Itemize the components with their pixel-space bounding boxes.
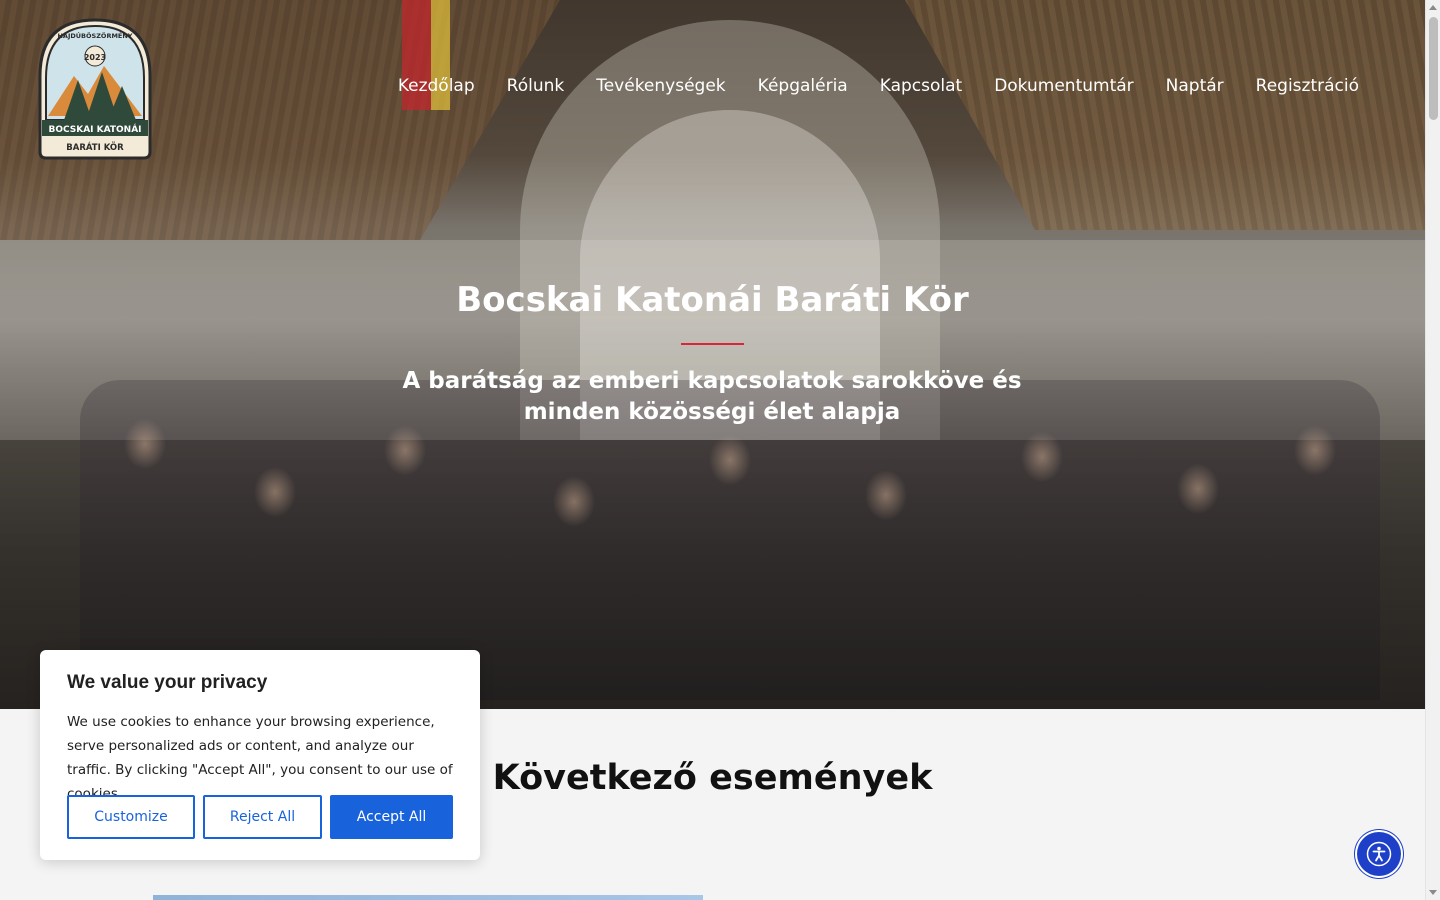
main-navigation: Kezdőlap Rólunk Tevékenységek Képgaléria…	[398, 76, 1359, 96]
logo-bottom-text: BARÁTI KÖR	[66, 141, 124, 153]
nav-item-kapcsolat[interactable]: Kapcsolat	[880, 76, 962, 96]
cookie-buttons: Customize Reject All Accept All	[67, 795, 453, 839]
nav-item-rolunk[interactable]: Rólunk	[507, 76, 565, 96]
scroll-up-arrow-icon[interactable]	[1429, 5, 1437, 10]
site-logo[interactable]: 2023 HAJDÚBÖSZÖRMÉNY BOCSKAI KATONÁI BAR…	[34, 16, 156, 160]
accessibility-icon	[1366, 841, 1392, 867]
cookie-text: We use cookies to enhance your browsing …	[67, 714, 453, 802]
hero-title: Bocskai Katonái Baráti Kör	[456, 280, 969, 320]
nav-item-naptar[interactable]: Naptár	[1166, 76, 1224, 96]
nav-item-regisztracio[interactable]: Regisztráció	[1256, 76, 1359, 96]
hero-banner: 2023 HAJDÚBÖSZÖRMÉNY BOCSKAI KATONÁI BAR…	[0, 0, 1425, 709]
event-image[interactable]	[153, 895, 703, 900]
scroll-down-arrow-icon[interactable]	[1429, 890, 1437, 895]
nav-item-kezdolap[interactable]: Kezdőlap	[398, 76, 475, 96]
accept-all-button[interactable]: Accept All	[330, 795, 453, 839]
cookie-consent-banner: We value your privacy We use cookies to …	[40, 650, 480, 860]
scroll-thumb[interactable]	[1429, 17, 1438, 120]
hero-subtitle: A barátság az emberi kapcsolatok sarokkö…	[402, 368, 1022, 425]
customize-button[interactable]: Customize	[67, 795, 195, 839]
accessibility-button[interactable]	[1357, 832, 1401, 876]
nav-item-kepgaleria[interactable]: Képgaléria	[758, 76, 848, 96]
reject-all-button[interactable]: Reject All	[203, 795, 322, 839]
cookie-title: We value your privacy	[67, 672, 268, 693]
page-scrollbar[interactable]	[1425, 0, 1440, 900]
nav-item-tevekenysegek[interactable]: Tevékenységek	[596, 76, 725, 96]
hero-divider	[681, 343, 744, 345]
hero-background-photo	[0, 0, 1425, 709]
logo-top-text: HAJDÚBÖSZÖRMÉNY	[57, 31, 132, 40]
nav-item-dokumentumtar[interactable]: Dokumentumtár	[994, 76, 1133, 96]
logo-banner-text: BOCSKAI KATONÁI	[48, 123, 141, 135]
logo-year: 2023	[84, 53, 106, 62]
